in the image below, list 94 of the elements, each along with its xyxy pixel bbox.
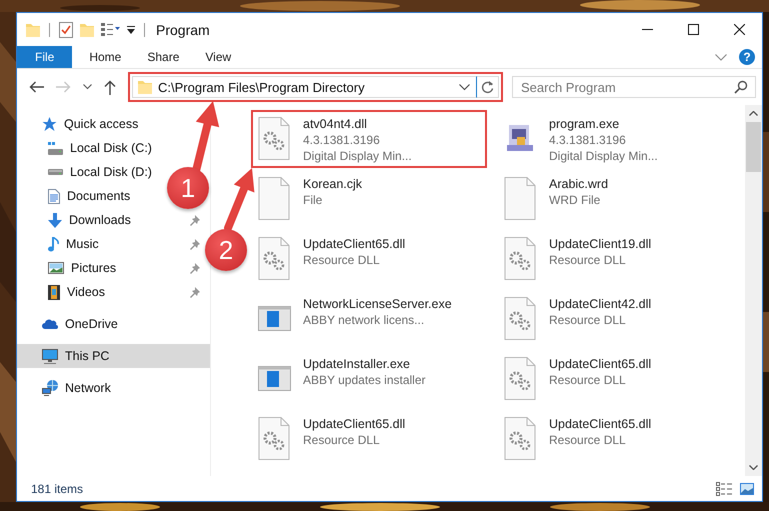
search-icon — [734, 80, 748, 94]
monitor-icon — [42, 348, 58, 364]
star-icon — [42, 117, 57, 131]
sidebar-item[interactable]: OneDrive — [17, 312, 167, 336]
file-detail: Resource DLL — [549, 432, 626, 448]
large-icons-view-icon[interactable] — [740, 482, 754, 494]
sidebar-item[interactable]: Local Disk (D:) — [17, 160, 166, 184]
sidebar-item[interactable]: Local Disk (C:) — [17, 136, 166, 160]
gear-document-icon[interactable] — [258, 116, 290, 160]
list-dropdown-icon[interactable] — [101, 22, 120, 37]
sidebar-item[interactable]: Videos — [17, 280, 166, 304]
details-view-icon[interactable] — [716, 482, 732, 496]
item-count: 181 items — [31, 482, 84, 496]
gear-document-icon[interactable] — [504, 356, 536, 400]
file-detail: Digital Display Min... — [549, 148, 658, 164]
address-path: C:\Program Files\Program Directory — [158, 80, 366, 94]
document-icon — [48, 188, 60, 204]
file-name[interactable]: UpdateClient42.dll — [549, 296, 652, 312]
file-name[interactable]: UpdateClient65.dll — [303, 416, 406, 432]
expand-ribbon-icon[interactable] — [715, 54, 727, 60]
file-name[interactable]: UpdateInstaller.exe — [303, 356, 410, 372]
sidebar-item[interactable]: Downloads — [17, 208, 166, 232]
up-arrow-icon[interactable] — [104, 80, 116, 94]
file-detail: Digital Display Min... — [303, 148, 412, 164]
file-detail: Resource DLL — [303, 432, 380, 448]
picture-icon — [48, 262, 64, 274]
file-detail: Resource DLL — [303, 252, 380, 268]
file-detail: WRD File — [549, 192, 600, 208]
film-icon — [48, 284, 60, 300]
ribbon-tab[interactable]: Share — [134, 46, 192, 68]
refresh-icon — [481, 80, 494, 94]
scroll-down-icon[interactable] — [749, 465, 758, 470]
download-arrow-icon — [48, 212, 62, 228]
sidebar-item[interactable]: This PC — [17, 344, 210, 368]
network-icon — [42, 380, 58, 396]
properties-icon[interactable] — [59, 22, 73, 38]
file-name[interactable]: UpdateClient65.dll — [549, 356, 652, 372]
file-detail: ABBY network licens... — [303, 312, 424, 328]
sidebar-item[interactable]: Quick access — [17, 112, 167, 136]
file-name[interactable]: UpdateClient65.dll — [303, 236, 406, 252]
recent-dropdown-icon[interactable] — [83, 84, 92, 90]
program-icon[interactable] — [507, 125, 533, 151]
address-bar[interactable]: C:\Program Files\Program Directory — [132, 76, 477, 98]
scrollbar-thumb[interactable] — [746, 122, 761, 172]
music-note-icon — [48, 236, 59, 252]
file-detail: Resource DLL — [549, 372, 626, 388]
scroll-up-icon[interactable] — [749, 111, 758, 116]
sidebar-item[interactable]: Pictures — [17, 256, 166, 280]
file-name[interactable]: atv04nt4.dll — [303, 116, 367, 132]
file-name[interactable]: program.exe — [549, 116, 620, 132]
pin-icon[interactable] — [190, 214, 200, 226]
ribbon-tab[interactable]: Home — [76, 46, 134, 68]
file-detail: Resource DLL — [549, 312, 626, 328]
search-field[interactable]: Search Program — [512, 76, 756, 98]
help-button[interactable]: ? — [739, 49, 755, 65]
file-name[interactable]: Korean.cjk — [303, 176, 362, 192]
sidebar-item[interactable]: Documents — [17, 184, 166, 208]
customize-arrow-icon[interactable] — [127, 26, 135, 34]
file-detail: ABBY updates installer — [303, 372, 426, 388]
file-name[interactable]: UpdateClient19.dll — [549, 236, 652, 252]
close-button[interactable] — [734, 24, 745, 35]
gear-document-icon[interactable] — [504, 296, 536, 340]
application-window-icon[interactable] — [258, 366, 290, 390]
cloud-icon — [42, 319, 58, 329]
pin-icon[interactable] — [190, 262, 200, 274]
refresh-button[interactable] — [477, 76, 499, 98]
gear-document-icon[interactable] — [504, 236, 536, 280]
pin-icon[interactable] — [190, 286, 200, 298]
file-menu-button[interactable]: File — [17, 46, 72, 68]
file-name[interactable]: UpdateClient65.dll — [549, 416, 652, 432]
back-arrow-icon[interactable] — [29, 81, 44, 93]
file-detail: 4.3.1381.3196 — [549, 132, 626, 148]
application-window-icon[interactable] — [258, 306, 290, 330]
gear-document-icon[interactable] — [504, 416, 536, 460]
scrollbar[interactable] — [745, 105, 762, 476]
sidebar-item[interactable]: Music — [17, 232, 166, 256]
folder-icon — [138, 80, 152, 94]
file-name[interactable]: Arabic.wrd — [549, 176, 608, 192]
drive-icon — [48, 142, 63, 154]
dropdown-chevron-icon[interactable] — [459, 84, 470, 90]
file-detail: Resource DLL — [549, 252, 626, 268]
drive-icon — [48, 169, 63, 175]
window-title: Program — [156, 22, 210, 38]
file-detail: File — [303, 192, 322, 208]
blank-document-icon[interactable] — [258, 176, 290, 220]
file-detail: 4.3.1381.3196 — [303, 132, 380, 148]
ribbon-tab[interactable]: View — [192, 46, 244, 68]
gear-document-icon[interactable] — [258, 416, 290, 460]
sidebar-item[interactable]: Network — [17, 376, 167, 400]
pin-icon[interactable] — [190, 238, 200, 250]
blank-document-icon[interactable] — [504, 176, 536, 220]
maximize-button[interactable] — [688, 24, 699, 35]
file-name[interactable]: NetworkLicenseServer.exe — [303, 296, 452, 312]
gear-document-icon[interactable] — [258, 236, 290, 280]
